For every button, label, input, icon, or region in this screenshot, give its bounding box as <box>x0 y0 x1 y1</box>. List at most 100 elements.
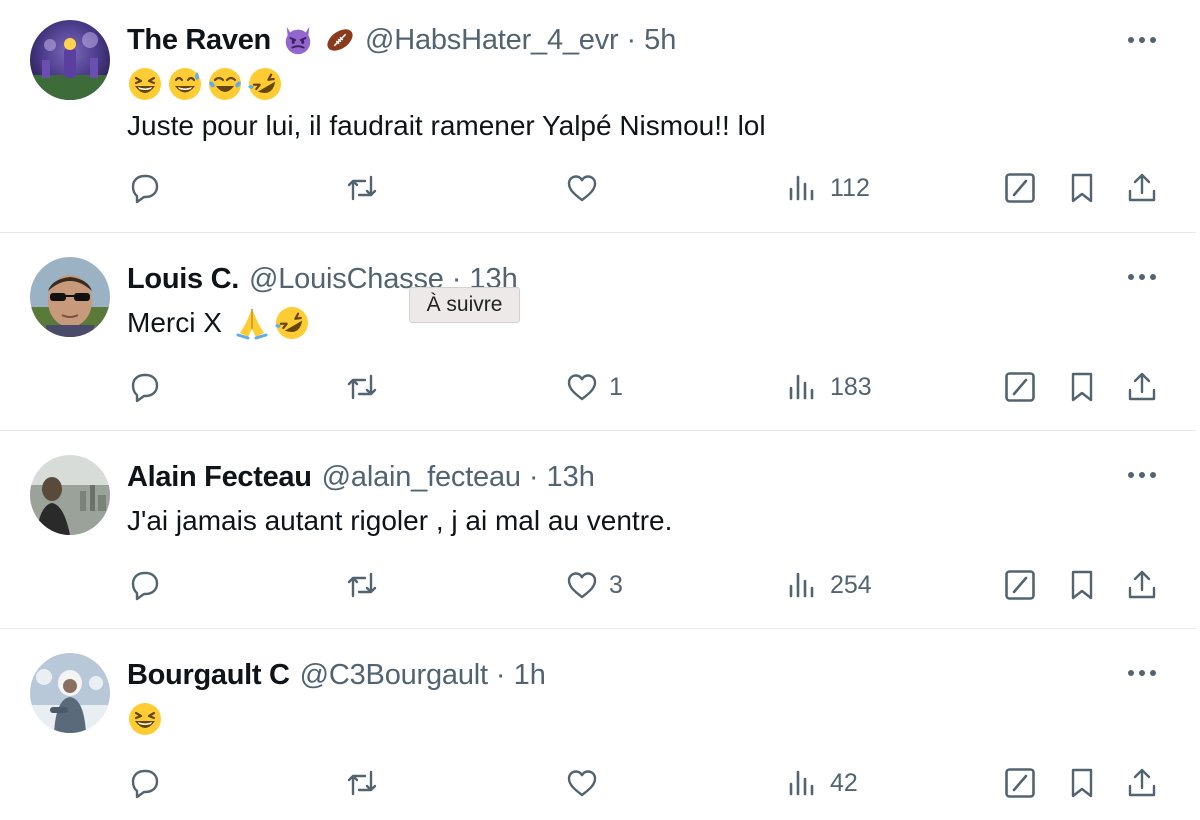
heart-icon <box>567 175 597 202</box>
tweet-text-content: J'ai jamais autant rigoler , j ai mal au… <box>127 505 673 536</box>
bookmark-button[interactable] <box>1065 365 1099 409</box>
tweet-header: Alain Fecteau @alain_fecteau · 13h <box>127 457 595 497</box>
tweet[interactable]: The Raven @HabsHater_4_evr · 5h Juste po… <box>0 0 1196 233</box>
separator-dot: · <box>626 23 637 56</box>
avatar[interactable] <box>30 653 110 733</box>
view-count: 183 <box>830 372 872 401</box>
share-button[interactable] <box>1125 761 1159 805</box>
retweet-icon <box>347 374 377 400</box>
follow-tooltip: À suivre <box>409 287 520 323</box>
grok-button[interactable] <box>1003 365 1037 409</box>
like-button[interactable] <box>565 166 609 210</box>
views-button[interactable]: 183 <box>786 365 872 409</box>
more-options-button[interactable] <box>1122 26 1162 54</box>
grok-icon <box>1005 768 1035 798</box>
grok-icon <box>1005 570 1035 600</box>
share-icon <box>1128 372 1156 401</box>
bookmark-icon <box>1071 173 1093 203</box>
grok-button[interactable] <box>1003 166 1037 210</box>
reply-button[interactable] <box>128 166 172 210</box>
reply-button[interactable] <box>128 761 172 805</box>
reply-icon <box>131 769 159 799</box>
avatar-image-man-city <box>30 455 110 535</box>
timestamp[interactable]: 1h <box>514 659 546 692</box>
reply-icon <box>131 373 159 403</box>
bookmark-button[interactable] <box>1065 563 1099 607</box>
tweet-header: The Raven @HabsHater_4_evr · 5h <box>127 20 676 60</box>
share-button[interactable] <box>1125 563 1159 607</box>
display-name[interactable]: The Raven <box>127 24 271 57</box>
retweet-button[interactable] <box>345 761 389 805</box>
display-name[interactable]: Alain Fecteau <box>127 461 312 494</box>
laughing-emoji <box>129 703 161 735</box>
share-button[interactable] <box>1125 365 1159 409</box>
grok-button[interactable] <box>1003 563 1037 607</box>
smiling-devil-emoji <box>285 26 311 55</box>
emoji-line <box>127 66 283 102</box>
like-button[interactable]: 1 <box>565 365 623 409</box>
bookmark-icon <box>1071 768 1093 798</box>
avatar[interactable] <box>30 20 110 100</box>
tweet-text-content: Merci X <box>127 307 222 338</box>
like-count: 3 <box>609 570 623 599</box>
more-options-button[interactable] <box>1122 263 1162 291</box>
retweet-icon <box>347 770 377 796</box>
retweet-button[interactable] <box>345 365 389 409</box>
display-name[interactable]: Louis C. <box>127 263 239 296</box>
bookmark-button[interactable] <box>1065 761 1099 805</box>
views-button[interactable]: 42 <box>786 761 858 805</box>
retweet-button[interactable] <box>345 563 389 607</box>
heart-icon <box>567 572 597 599</box>
sweat-smile-emoji <box>169 68 201 100</box>
timestamp[interactable]: 5h <box>644 24 676 57</box>
timestamp[interactable]: 13h <box>547 461 595 494</box>
more-options-button[interactable] <box>1122 659 1162 687</box>
share-button[interactable] <box>1125 166 1159 210</box>
reply-icon <box>131 174 159 204</box>
avatar[interactable] <box>30 455 110 535</box>
user-handle[interactable]: @C3Bourgault <box>300 659 488 692</box>
view-count: 42 <box>830 768 858 797</box>
views-button[interactable]: 112 <box>786 166 870 210</box>
folded-hands-emoji <box>236 309 268 340</box>
reply-feed: The Raven @HabsHater_4_evr · 5h Juste po… <box>0 0 1196 820</box>
action-bar: 1 183 <box>0 365 1196 409</box>
more-options-icon <box>1128 274 1156 280</box>
retweet-icon <box>347 175 377 201</box>
view-count: 112 <box>830 173 870 202</box>
tweet[interactable]: Louis C. @LouisChasse · 13h Merci X 1 18… <box>0 233 1196 431</box>
retweet-button[interactable] <box>345 166 389 210</box>
tweet[interactable]: Bourgault C @C3Bourgault · 1h 42 <box>0 629 1196 820</box>
avatar-image-stadium <box>30 20 110 100</box>
share-icon <box>1128 570 1156 599</box>
bookmark-icon <box>1071 570 1093 600</box>
more-options-icon <box>1128 472 1156 478</box>
tweet[interactable]: Alain Fecteau @alain_fecteau · 13h J'ai … <box>0 431 1196 629</box>
reply-button[interactable] <box>128 365 172 409</box>
tweet-text: Merci X <box>127 305 310 341</box>
views-chart-icon <box>789 770 814 796</box>
grok-icon <box>1005 372 1035 402</box>
like-button[interactable] <box>565 761 609 805</box>
views-chart-icon <box>789 175 814 201</box>
tweet-text-content: Juste pour lui, il faudrait ramener Yalp… <box>127 110 766 141</box>
grok-icon <box>1005 173 1035 203</box>
like-button[interactable]: 3 <box>565 563 623 607</box>
tweet-header: Bourgault C @C3Bourgault · 1h <box>127 655 546 695</box>
reply-icon <box>131 571 159 601</box>
more-options-button[interactable] <box>1122 461 1162 489</box>
bookmark-button[interactable] <box>1065 166 1099 210</box>
user-handle[interactable]: @HabsHater_4_evr <box>365 24 619 57</box>
separator-dot: · <box>528 460 539 493</box>
views-button[interactable]: 254 <box>786 563 872 607</box>
text-emojis <box>234 305 310 341</box>
avatar-image-man-sunglasses <box>30 257 110 337</box>
display-name[interactable]: Bourgault C <box>127 659 290 692</box>
user-handle[interactable]: @alain_fecteau <box>322 461 521 494</box>
grok-button[interactable] <box>1003 761 1037 805</box>
avatar-image-winter-child <box>30 653 110 733</box>
avatar[interactable] <box>30 257 110 337</box>
tweet-text: Juste pour lui, il faudrait ramener Yalp… <box>127 108 766 144</box>
reply-button[interactable] <box>128 563 172 607</box>
share-icon <box>1128 768 1156 797</box>
